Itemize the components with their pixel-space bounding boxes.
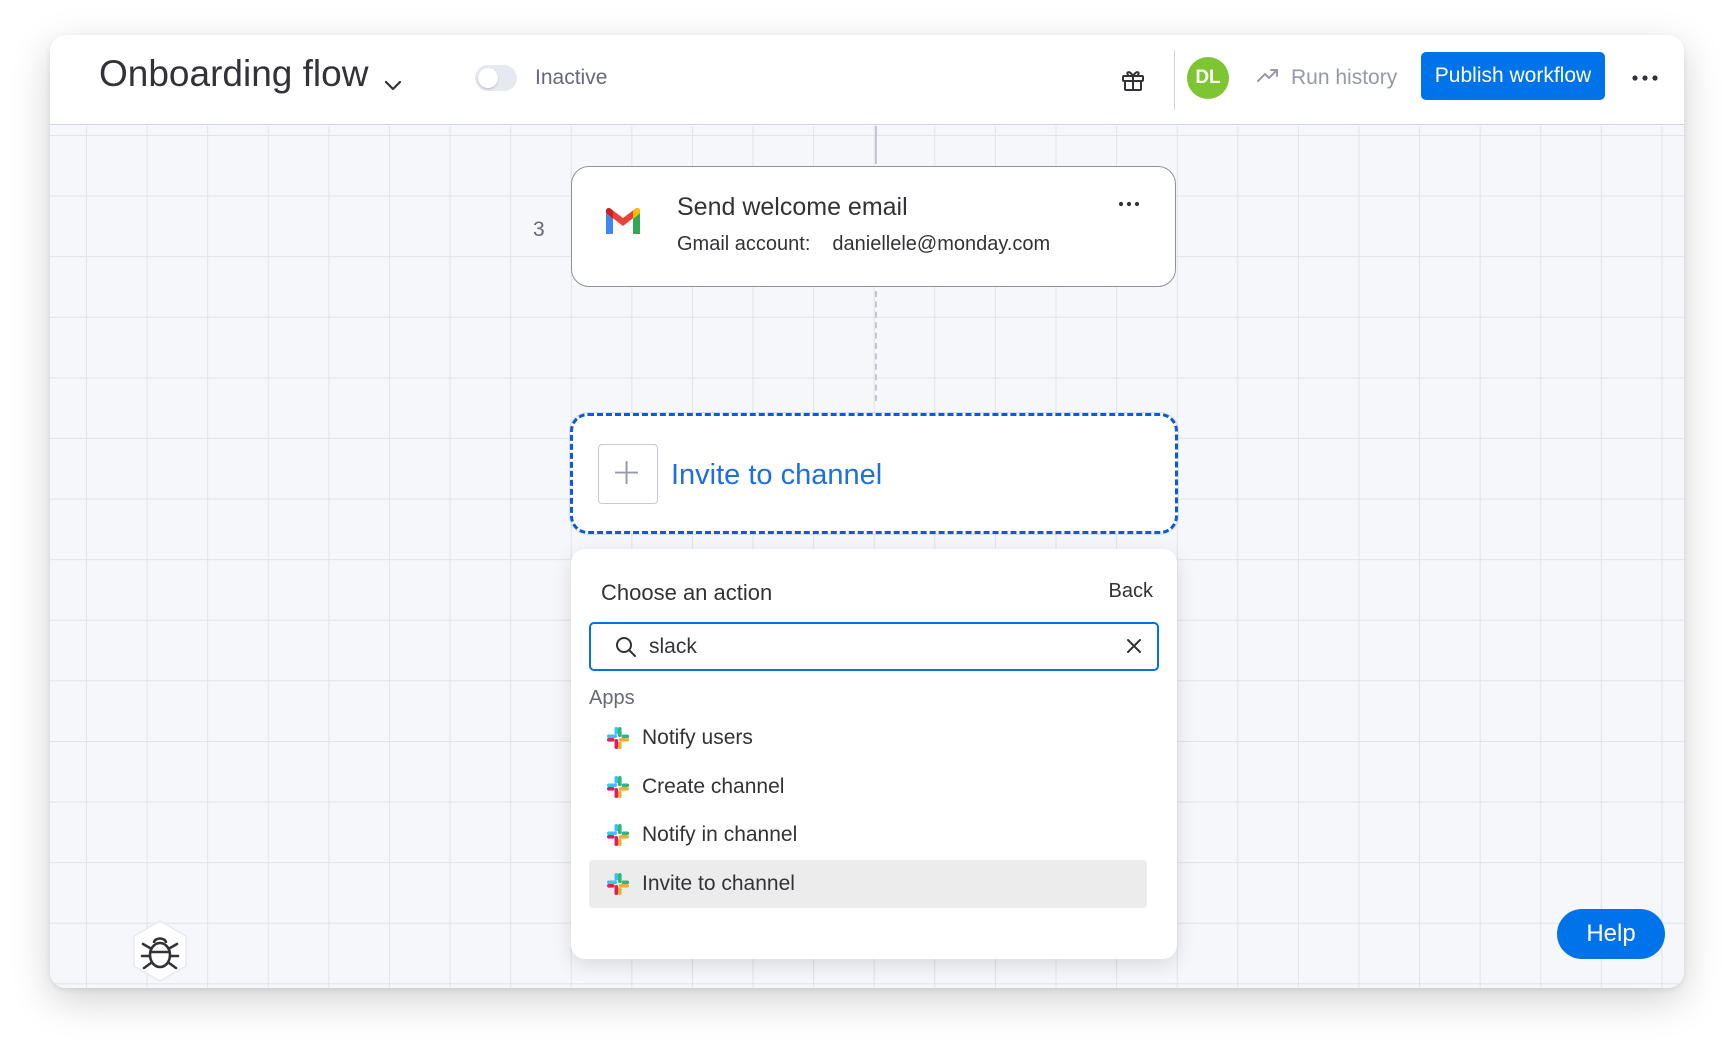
search-input[interactable] xyxy=(649,624,1109,669)
more-icon[interactable] xyxy=(1628,61,1662,95)
trend-icon xyxy=(1255,62,1281,94)
workflow-canvas[interactable]: 3 Send welcome email Gmail account: dani… xyxy=(50,126,1684,988)
action-search[interactable] xyxy=(589,622,1159,671)
run-history-label: Run history xyxy=(1291,66,1398,89)
workflow-title-text: Onboarding flow xyxy=(99,53,369,94)
toggle-knob xyxy=(478,68,498,88)
top-bar: Onboarding flow Inactive DL Run history xyxy=(50,35,1684,125)
list-item-label: Notify users xyxy=(642,726,753,750)
action-picker-title: Choose an action xyxy=(601,580,773,605)
dashed-connector xyxy=(875,291,877,401)
header-divider xyxy=(1174,50,1175,110)
status-label: Inactive xyxy=(535,66,608,89)
publish-workflow-button[interactable]: Publish workflow xyxy=(1421,52,1605,100)
list-item-label: Notify in channel xyxy=(642,823,798,847)
slack-icon xyxy=(604,724,632,752)
search-icon xyxy=(615,636,637,658)
workflow-window: Onboarding flow Inactive DL Run history xyxy=(50,35,1684,988)
gmail-icon xyxy=(604,207,642,237)
step-title: Send welcome email xyxy=(677,193,908,221)
bug-icon xyxy=(133,920,187,982)
list-item[interactable]: Notify users xyxy=(589,714,1147,763)
run-history-button[interactable]: Run history xyxy=(1255,61,1397,95)
plus-icon[interactable] xyxy=(598,444,658,504)
list-item-label: Invite to channel xyxy=(642,871,795,895)
placeholder-title: Invite to channel xyxy=(671,459,883,491)
active-toggle[interactable] xyxy=(475,65,517,91)
back-button[interactable]: Back xyxy=(1109,580,1153,603)
slack-icon xyxy=(604,821,632,849)
close-icon[interactable] xyxy=(1125,637,1143,655)
gift-icon[interactable] xyxy=(1118,65,1148,95)
new-step-placeholder[interactable]: Invite to channel xyxy=(570,413,1178,534)
action-picker: Choose an action Back Apps Notify users xyxy=(571,549,1177,959)
list-item[interactable]: Notify in channel xyxy=(589,811,1147,860)
list-item-label: Create channel xyxy=(642,774,785,798)
apps-section-label: Apps xyxy=(589,687,635,709)
action-list: Notify users Create channel Notify in ch… xyxy=(589,714,1147,908)
connector-line xyxy=(875,126,877,164)
chevron-down-icon[interactable] xyxy=(382,63,404,91)
step-more-icon[interactable] xyxy=(1112,191,1146,217)
list-item[interactable]: Create channel xyxy=(589,763,1147,812)
account-value: daniellele@monday.com xyxy=(832,233,1051,255)
workflow-title[interactable]: Onboarding flow xyxy=(99,53,404,95)
bug-report-button[interactable] xyxy=(130,918,190,984)
step-details: Gmail account: daniellele@monday.com xyxy=(677,233,1050,256)
account-label: Gmail account: xyxy=(677,233,811,255)
step-number: 3 xyxy=(533,218,545,241)
list-item-selected[interactable]: Invite to channel xyxy=(589,859,1147,908)
slack-icon xyxy=(604,870,632,898)
avatar[interactable]: DL xyxy=(1187,57,1229,99)
help-button[interactable]: Help xyxy=(1557,909,1665,959)
step-card-send-email[interactable]: Send welcome email Gmail account: daniel… xyxy=(571,166,1176,287)
slack-icon xyxy=(604,773,632,801)
